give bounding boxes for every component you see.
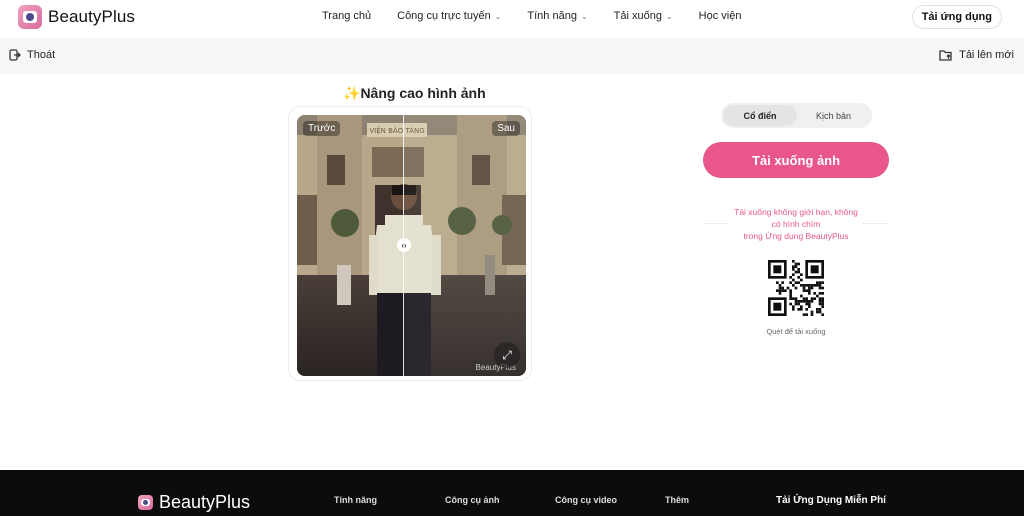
compare-slider-handle-icon[interactable]: ‹› xyxy=(397,238,411,252)
footer-col-features: Tính năng xyxy=(334,495,377,505)
nav-item-features[interactable]: Tính năng ⌄ xyxy=(527,10,587,22)
sparkle-icon: ✨ xyxy=(343,85,361,101)
footer-col-more: Thêm xyxy=(665,495,690,505)
footer-col-video-tools: Công cụ video xyxy=(555,495,618,505)
page-title-text: Nâng cao hình ảnh xyxy=(360,85,486,101)
nav-label: Tải xuống xyxy=(613,10,662,22)
beautyplus-logo-icon xyxy=(18,5,42,29)
upload-folder-icon xyxy=(939,50,952,61)
chevron-down-icon: ⌄ xyxy=(665,11,673,21)
footer-col-photo-tools: Công cụ ảnh xyxy=(445,495,500,505)
mode-classic-tab[interactable]: Cổ điển xyxy=(723,105,797,126)
nav-item-online-tools[interactable]: Công cụ trực tuyến ⌄ xyxy=(397,10,501,22)
promo-line-3: trong Ứng dụng BeautyPlus xyxy=(743,231,849,241)
promo-text: Tải xuống không giới hạn, không có hình … xyxy=(703,206,889,242)
qr-caption: Quét để tải xuống xyxy=(766,327,826,336)
mode-toggle: Cổ điển Kịch bản xyxy=(721,103,872,128)
brand-name: BeautyPlus xyxy=(48,7,135,26)
beautyplus-logo-icon xyxy=(138,495,153,510)
nav-label: Trang chủ xyxy=(322,10,372,22)
download-image-button[interactable]: Tải xuống ảnh xyxy=(703,142,889,178)
mode-script-tab[interactable]: Kịch bản xyxy=(797,105,870,126)
nav-label: Học viện xyxy=(698,10,742,22)
nav-item-download[interactable]: Tải xuống ⌄ xyxy=(614,10,673,22)
footer-brand: BeautyPlus xyxy=(159,492,251,512)
promo-line-1: Tải xuống không giới hạn, không xyxy=(734,207,858,217)
footer-logo[interactable]: BeautyPlus xyxy=(138,492,250,513)
before-label: Trước xyxy=(303,121,341,136)
nav-item-home[interactable]: Trang chủ xyxy=(322,10,371,22)
brand-logo[interactable]: BeautyPlus xyxy=(18,5,135,29)
nav-label: Tính năng xyxy=(527,10,577,22)
footer-app-title: Tải Ứng Dụng Miễn Phí xyxy=(776,495,886,506)
upload-new-label: Tải lên mới xyxy=(959,49,1014,61)
exit-icon xyxy=(9,49,21,61)
page-title: ✨Nâng cao hình ảnh xyxy=(343,85,486,102)
nav-label: Công cụ trực tuyến xyxy=(397,10,491,22)
after-label: Sau xyxy=(492,121,520,136)
preview-card: VIỆN BẢO TÀNG Trước Sau ‹› BeautyPlus ⤢ xyxy=(288,106,532,381)
photo-scene: VIỆN BẢO TÀNG xyxy=(297,115,526,376)
top-header: BeautyPlus Trang chủ Công cụ trực tuyến ⌄… xyxy=(0,0,1024,36)
promo-line-2: có hình chìm xyxy=(771,219,821,229)
nav-item-academy[interactable]: Học viện xyxy=(699,10,742,22)
editor-toolbar: Thoát Tải lên mới xyxy=(0,38,1024,74)
main-nav: Trang chủ Công cụ trực tuyến ⌄ Tính năng ⌄… xyxy=(322,10,767,22)
fullscreen-expand-icon[interactable]: ⤢ xyxy=(494,342,520,368)
upload-new-button[interactable]: Tải lên mới xyxy=(939,49,1014,61)
chevron-down-icon: ⌄ xyxy=(494,11,502,21)
get-app-button[interactable]: Tải ứng dụng xyxy=(911,5,1002,29)
chevron-down-icon: ⌄ xyxy=(580,11,588,21)
footer: BeautyPlus Tính năng Công cụ ảnh Công cụ… xyxy=(0,470,1024,516)
exit-button[interactable]: Thoát xyxy=(9,49,55,61)
exit-label: Thoát xyxy=(27,49,56,61)
before-after-photo[interactable]: VIỆN BẢO TÀNG Trước Sau ‹› BeautyPlus ⤢ xyxy=(297,115,526,376)
qr-code xyxy=(768,260,824,316)
